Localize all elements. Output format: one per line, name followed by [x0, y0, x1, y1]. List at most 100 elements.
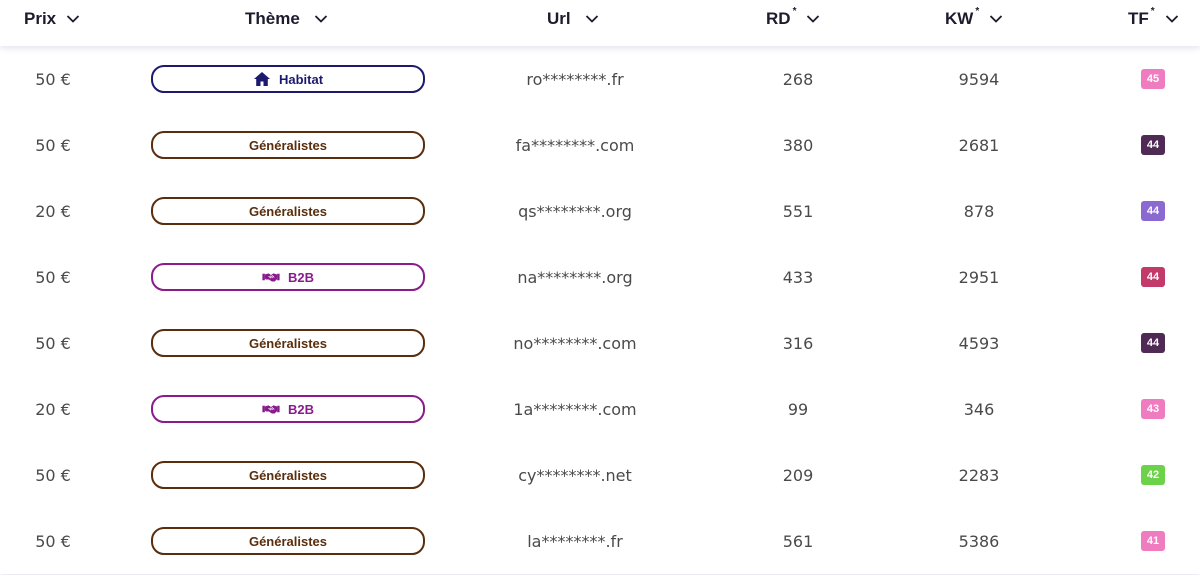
links-table: Prix Thème Url RD * KW * TF * 50 € Habitat ro… [0, 0, 1200, 575]
column-header-label: Prix [24, 9, 57, 28]
kw-cell: 9594 [958, 69, 1000, 89]
price-cell: 50 € [35, 267, 71, 287]
chevron-down-icon [314, 15, 327, 23]
price-cell: 50 € [35, 135, 71, 155]
column-header-prix[interactable]: Prix [24, 8, 80, 30]
theme-cell: Généralistes [151, 112, 425, 178]
rd-cell: 433 [782, 267, 814, 287]
tf-cell: 42 [1129, 442, 1177, 508]
tf-cell: 41 [1129, 508, 1177, 574]
tf-cell: 45 [1129, 46, 1177, 112]
tf-badge: 44 [1141, 267, 1165, 287]
required-asterisk: * [1150, 6, 1155, 18]
rd-cell: 561 [782, 531, 814, 551]
price-cell: 20 € [35, 399, 71, 419]
rd-cell: 551 [782, 201, 814, 221]
column-header-tf[interactable]: TF * [1128, 6, 1179, 30]
tf-cell: 44 [1129, 112, 1177, 178]
theme-badge[interactable]: Généralistes [151, 131, 425, 159]
theme-cell: Généralistes [151, 508, 425, 574]
column-header-kw[interactable]: KW * [945, 6, 1003, 30]
theme-cell: Généralistes [151, 442, 425, 508]
table-row[interactable]: 50 € Généralistes no********.com 316 4593 44 [0, 310, 1200, 376]
theme-label: Généralistes [248, 137, 328, 153]
tf-badge: 41 [1141, 531, 1165, 551]
column-header-theme[interactable]: Thème [245, 8, 328, 30]
rd-cell: 268 [782, 69, 814, 89]
theme-badge[interactable]: Généralistes [151, 329, 425, 357]
theme-label: B2B [287, 401, 314, 417]
theme-badge[interactable]: Habitat [151, 65, 425, 93]
tf-cell: 44 [1129, 244, 1177, 310]
required-asterisk: * [975, 6, 980, 18]
url-cell: cy********.net [518, 465, 632, 485]
table-body: 50 € Habitat ro********.fr 268 9594 45 50 € Gén… [0, 46, 1200, 574]
chevron-down-icon [67, 15, 80, 23]
rd-cell: 380 [782, 135, 814, 155]
column-header-label: RD [766, 9, 791, 28]
theme-cell: B2B [151, 376, 425, 442]
url-cell: 1a********.com [513, 399, 637, 419]
column-header-label: Url [547, 9, 571, 28]
theme-label: Généralistes [248, 467, 328, 483]
column-header-url[interactable]: Url [547, 8, 599, 30]
column-header-rd[interactable]: RD * [766, 6, 820, 30]
theme-cell: Habitat [151, 46, 425, 112]
kw-cell: 2283 [958, 465, 1000, 485]
table-row[interactable]: 50 € B2B na********.org 433 2951 44 [0, 244, 1200, 310]
house-icon [253, 71, 271, 87]
rd-cell: 99 [787, 399, 809, 419]
kw-cell: 4593 [958, 333, 1000, 353]
url-cell: ro********.fr [526, 69, 624, 89]
table-row[interactable]: 20 € Généralistes qs********.org 551 878 44 [0, 178, 1200, 244]
chevron-down-icon [585, 15, 598, 23]
url-cell: fa********.com [515, 135, 635, 155]
kw-cell: 2951 [958, 267, 1000, 287]
kw-cell: 2681 [958, 135, 1000, 155]
theme-badge[interactable]: Généralistes [151, 197, 425, 225]
tf-badge: 44 [1141, 201, 1165, 221]
theme-badge[interactable]: B2B [151, 395, 425, 423]
table-row[interactable]: 20 € B2B 1a********.com 99 346 43 [0, 376, 1200, 442]
price-cell: 50 € [35, 69, 71, 89]
table-row[interactable]: 50 € Généralistes fa********.com 380 2681 44 [0, 112, 1200, 178]
tf-badge: 42 [1141, 465, 1165, 485]
tf-badge: 44 [1141, 135, 1165, 155]
tf-badge: 44 [1141, 333, 1165, 353]
table-row[interactable]: 50 € Habitat ro********.fr 268 9594 45 [0, 46, 1200, 112]
kw-cell: 5386 [958, 531, 1000, 551]
table-row[interactable]: 50 € Généralistes la********.fr 561 5386 41 [0, 508, 1200, 574]
tf-cell: 43 [1129, 376, 1177, 442]
column-header-label: Thème [245, 9, 300, 28]
theme-cell: Généralistes [151, 310, 425, 376]
handshake-icon [262, 401, 280, 417]
column-header-label: KW [945, 9, 974, 28]
kw-cell: 878 [963, 201, 995, 221]
theme-badge[interactable]: B2B [151, 263, 425, 291]
theme-label: Généralistes [248, 533, 328, 549]
tf-cell: 44 [1129, 178, 1177, 244]
url-cell: na********.org [517, 267, 633, 287]
theme-badge[interactable]: Généralistes [151, 527, 425, 555]
table-header: Prix Thème Url RD * KW * TF * [0, 0, 1200, 46]
rd-cell: 316 [782, 333, 814, 353]
table-row[interactable]: 50 € Généralistes cy********.net 209 2283 42 [0, 442, 1200, 508]
chevron-down-icon [990, 15, 1003, 23]
handshake-icon [262, 269, 280, 285]
theme-label: Généralistes [248, 203, 328, 219]
theme-label: Généralistes [248, 335, 328, 351]
price-cell: 50 € [35, 531, 71, 551]
theme-label: Habitat [278, 71, 324, 87]
theme-badge[interactable]: Généralistes [151, 461, 425, 489]
price-cell: 50 € [35, 333, 71, 353]
kw-cell: 346 [963, 399, 995, 419]
theme-label: B2B [287, 269, 314, 285]
chevron-down-icon [807, 15, 820, 23]
theme-cell: B2B [151, 244, 425, 310]
chevron-down-icon [1165, 15, 1178, 23]
column-header-label: TF [1128, 9, 1149, 28]
required-asterisk: * [792, 6, 797, 18]
tf-badge: 45 [1141, 69, 1165, 89]
theme-cell: Généralistes [151, 178, 425, 244]
tf-cell: 44 [1129, 310, 1177, 376]
